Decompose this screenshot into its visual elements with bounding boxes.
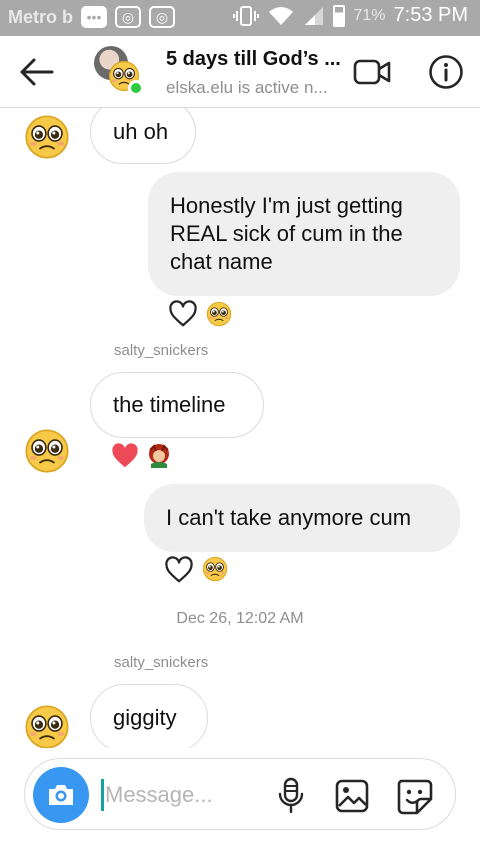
more-notifications-icon: ••• xyxy=(81,6,107,28)
battery-icon xyxy=(333,4,346,27)
status-time: 7:53 PM xyxy=(393,4,468,26)
message-bubble-incoming[interactable]: giggity xyxy=(90,684,208,748)
message-bubble-outgoing[interactable]: Honestly I'm just getting REAL sick of c… xyxy=(148,172,460,296)
reactor-avatar[interactable] xyxy=(202,556,228,582)
sticker-icon[interactable] xyxy=(395,777,433,815)
camera-button[interactable] xyxy=(33,767,89,823)
back-arrow-icon[interactable] xyxy=(14,50,58,94)
instagram-icon: ◎ xyxy=(149,6,175,28)
heart-reaction-filled-icon[interactable] xyxy=(110,442,140,470)
message-bubble-incoming[interactable]: the timeline xyxy=(90,372,264,438)
status-bar-left: Metro b ••• ◎ ◎ xyxy=(8,6,175,28)
active-status-text: elska.elu is active n... xyxy=(166,78,328,97)
wifi-icon xyxy=(269,6,294,25)
status-bar: Metro b ••• ◎ ◎ 71% 7:53 PM xyxy=(0,0,480,36)
camera-icon xyxy=(49,785,73,805)
message-timestamp: Dec 26, 12:02 AM xyxy=(176,610,304,627)
status-bar-right: 71% 7:53 PM xyxy=(233,4,468,27)
active-status-dot xyxy=(128,80,144,96)
heart-reaction-icon[interactable] xyxy=(168,300,198,328)
sender-avatar[interactable] xyxy=(24,428,70,474)
reactor-avatar-character[interactable] xyxy=(146,442,172,468)
message-composer xyxy=(24,758,456,830)
microphone-icon[interactable] xyxy=(277,777,305,815)
heart-reaction-icon[interactable] xyxy=(164,556,194,584)
vibrate-icon xyxy=(233,5,260,26)
message-bubble-incoming[interactable]: uh oh xyxy=(90,108,196,164)
message-text: I can't take anymore cum xyxy=(166,505,412,530)
carrier-name: Metro b xyxy=(8,6,73,27)
message-text: Honestly I'm just getting REAL sick of c… xyxy=(170,193,403,274)
signal-icon xyxy=(305,6,324,25)
reactor-avatar[interactable] xyxy=(206,301,232,327)
info-icon[interactable] xyxy=(428,54,464,90)
message-text: giggity xyxy=(113,705,177,730)
video-call-icon[interactable] xyxy=(352,54,392,90)
message-input[interactable] xyxy=(105,779,265,811)
message-thread[interactable]: uh oh Honestly I'm just getting REAL sic… xyxy=(0,108,480,748)
chat-title[interactable]: 5 days till God’s ... xyxy=(166,48,341,71)
battery-percent: 71% xyxy=(353,6,386,24)
gallery-icon[interactable] xyxy=(335,779,369,813)
message-text: uh oh xyxy=(113,119,169,144)
message-bubble-outgoing[interactable]: I can't take anymore cum xyxy=(144,484,460,552)
message-text: the timeline xyxy=(113,392,226,417)
group-avatar[interactable] xyxy=(94,46,146,98)
sender-avatar[interactable] xyxy=(24,114,70,160)
text-caret xyxy=(101,779,104,811)
instagram-icon: ◎ xyxy=(115,6,141,28)
sender-username[interactable]: salty_snickers xyxy=(114,342,208,359)
sender-username[interactable]: salty_snickers xyxy=(114,654,208,671)
sender-avatar[interactable] xyxy=(24,704,70,748)
chat-header: 5 days till God’s ... elska.elu is activ… xyxy=(0,36,480,108)
